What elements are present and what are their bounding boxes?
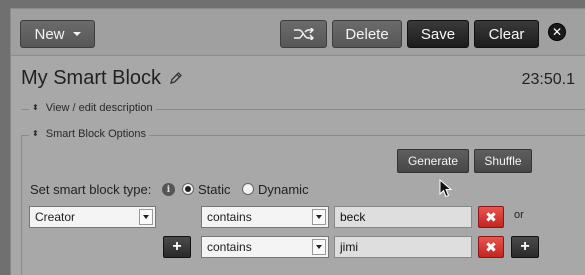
save-button[interactable]: Save — [407, 20, 469, 48]
block-length: 23:50.1 — [521, 71, 575, 88]
view-edit-description-toggle[interactable]: ⬍ View / edit description — [29, 102, 156, 114]
smart-block-options-toggle[interactable]: ⬍ Smart Block Options — [29, 128, 150, 140]
shuffle-button-label: Shuffle — [484, 154, 522, 168]
dynamic-radio-label[interactable]: Dynamic — [258, 182, 309, 197]
delete-button[interactable]: Delete — [332, 20, 402, 48]
criteria-value-text: jimi — [340, 240, 358, 254]
generate-button[interactable]: Generate — [397, 149, 469, 173]
shuffle-toolbar-button[interactable] — [280, 20, 327, 48]
pencil-icon[interactable] — [169, 71, 183, 85]
static-radio-label[interactable]: Static — [198, 182, 231, 197]
remove-criteria-button[interactable]: ✖ — [478, 236, 504, 258]
dropdown-arrow-icon — [312, 209, 326, 225]
shuffle-button[interactable]: Shuffle — [474, 149, 532, 173]
clear-button[interactable]: Clear — [474, 20, 539, 48]
dropdown-arrow-icon — [312, 239, 326, 255]
criteria-modifier-value: contains — [207, 210, 252, 224]
new-button[interactable]: New — [20, 20, 95, 48]
clear-button-label: Clear — [488, 25, 525, 43]
criteria-field-select[interactable]: Creator — [29, 206, 156, 228]
options-legend-label: Smart Block Options — [45, 128, 147, 140]
smart-block-editor: New Delete Save Clear ✕ My Smart Block 2… — [10, 8, 585, 275]
criteria-modifier-value: contains — [207, 240, 252, 254]
dynamic-radio[interactable] — [242, 183, 254, 195]
page-title: My Smart Block — [21, 67, 162, 89]
add-modifier-button[interactable]: + — [511, 236, 539, 258]
save-button-label: Save — [420, 25, 456, 43]
toolbar: New Delete Save Clear ✕ — [11, 9, 585, 56]
criteria-modifier-select[interactable]: contains — [201, 206, 329, 228]
expand-arrows-icon: ⬍ — [32, 103, 39, 112]
description-legend-label: View / edit description — [45, 102, 153, 114]
chevron-down-icon — [72, 32, 81, 36]
close-icon[interactable]: ✕ — [548, 23, 566, 41]
criteria-value-input[interactable]: beck — [334, 206, 472, 228]
generate-button-label: Generate — [407, 154, 459, 168]
expand-arrows-icon: ⬍ — [32, 129, 39, 138]
mouse-cursor-icon — [439, 179, 453, 198]
shuffle-icon — [293, 28, 314, 40]
info-icon[interactable]: i — [162, 183, 175, 196]
new-button-label: New — [34, 25, 65, 43]
add-criteria-button[interactable]: + — [163, 236, 191, 258]
criteria-connector-label: or — [514, 209, 524, 221]
criteria-value-text: beck — [340, 210, 366, 224]
static-radio[interactable] — [182, 183, 194, 195]
dropdown-arrow-icon — [139, 209, 153, 225]
smart-block-type-label: Set smart block type: — [30, 182, 152, 197]
criteria-modifier-select[interactable]: contains — [201, 236, 329, 258]
criteria-value-input[interactable]: jimi — [334, 236, 472, 258]
criteria-field-value: Creator — [35, 210, 76, 224]
delete-button-label: Delete — [345, 25, 389, 43]
remove-criteria-button[interactable]: ✖ — [478, 206, 504, 228]
